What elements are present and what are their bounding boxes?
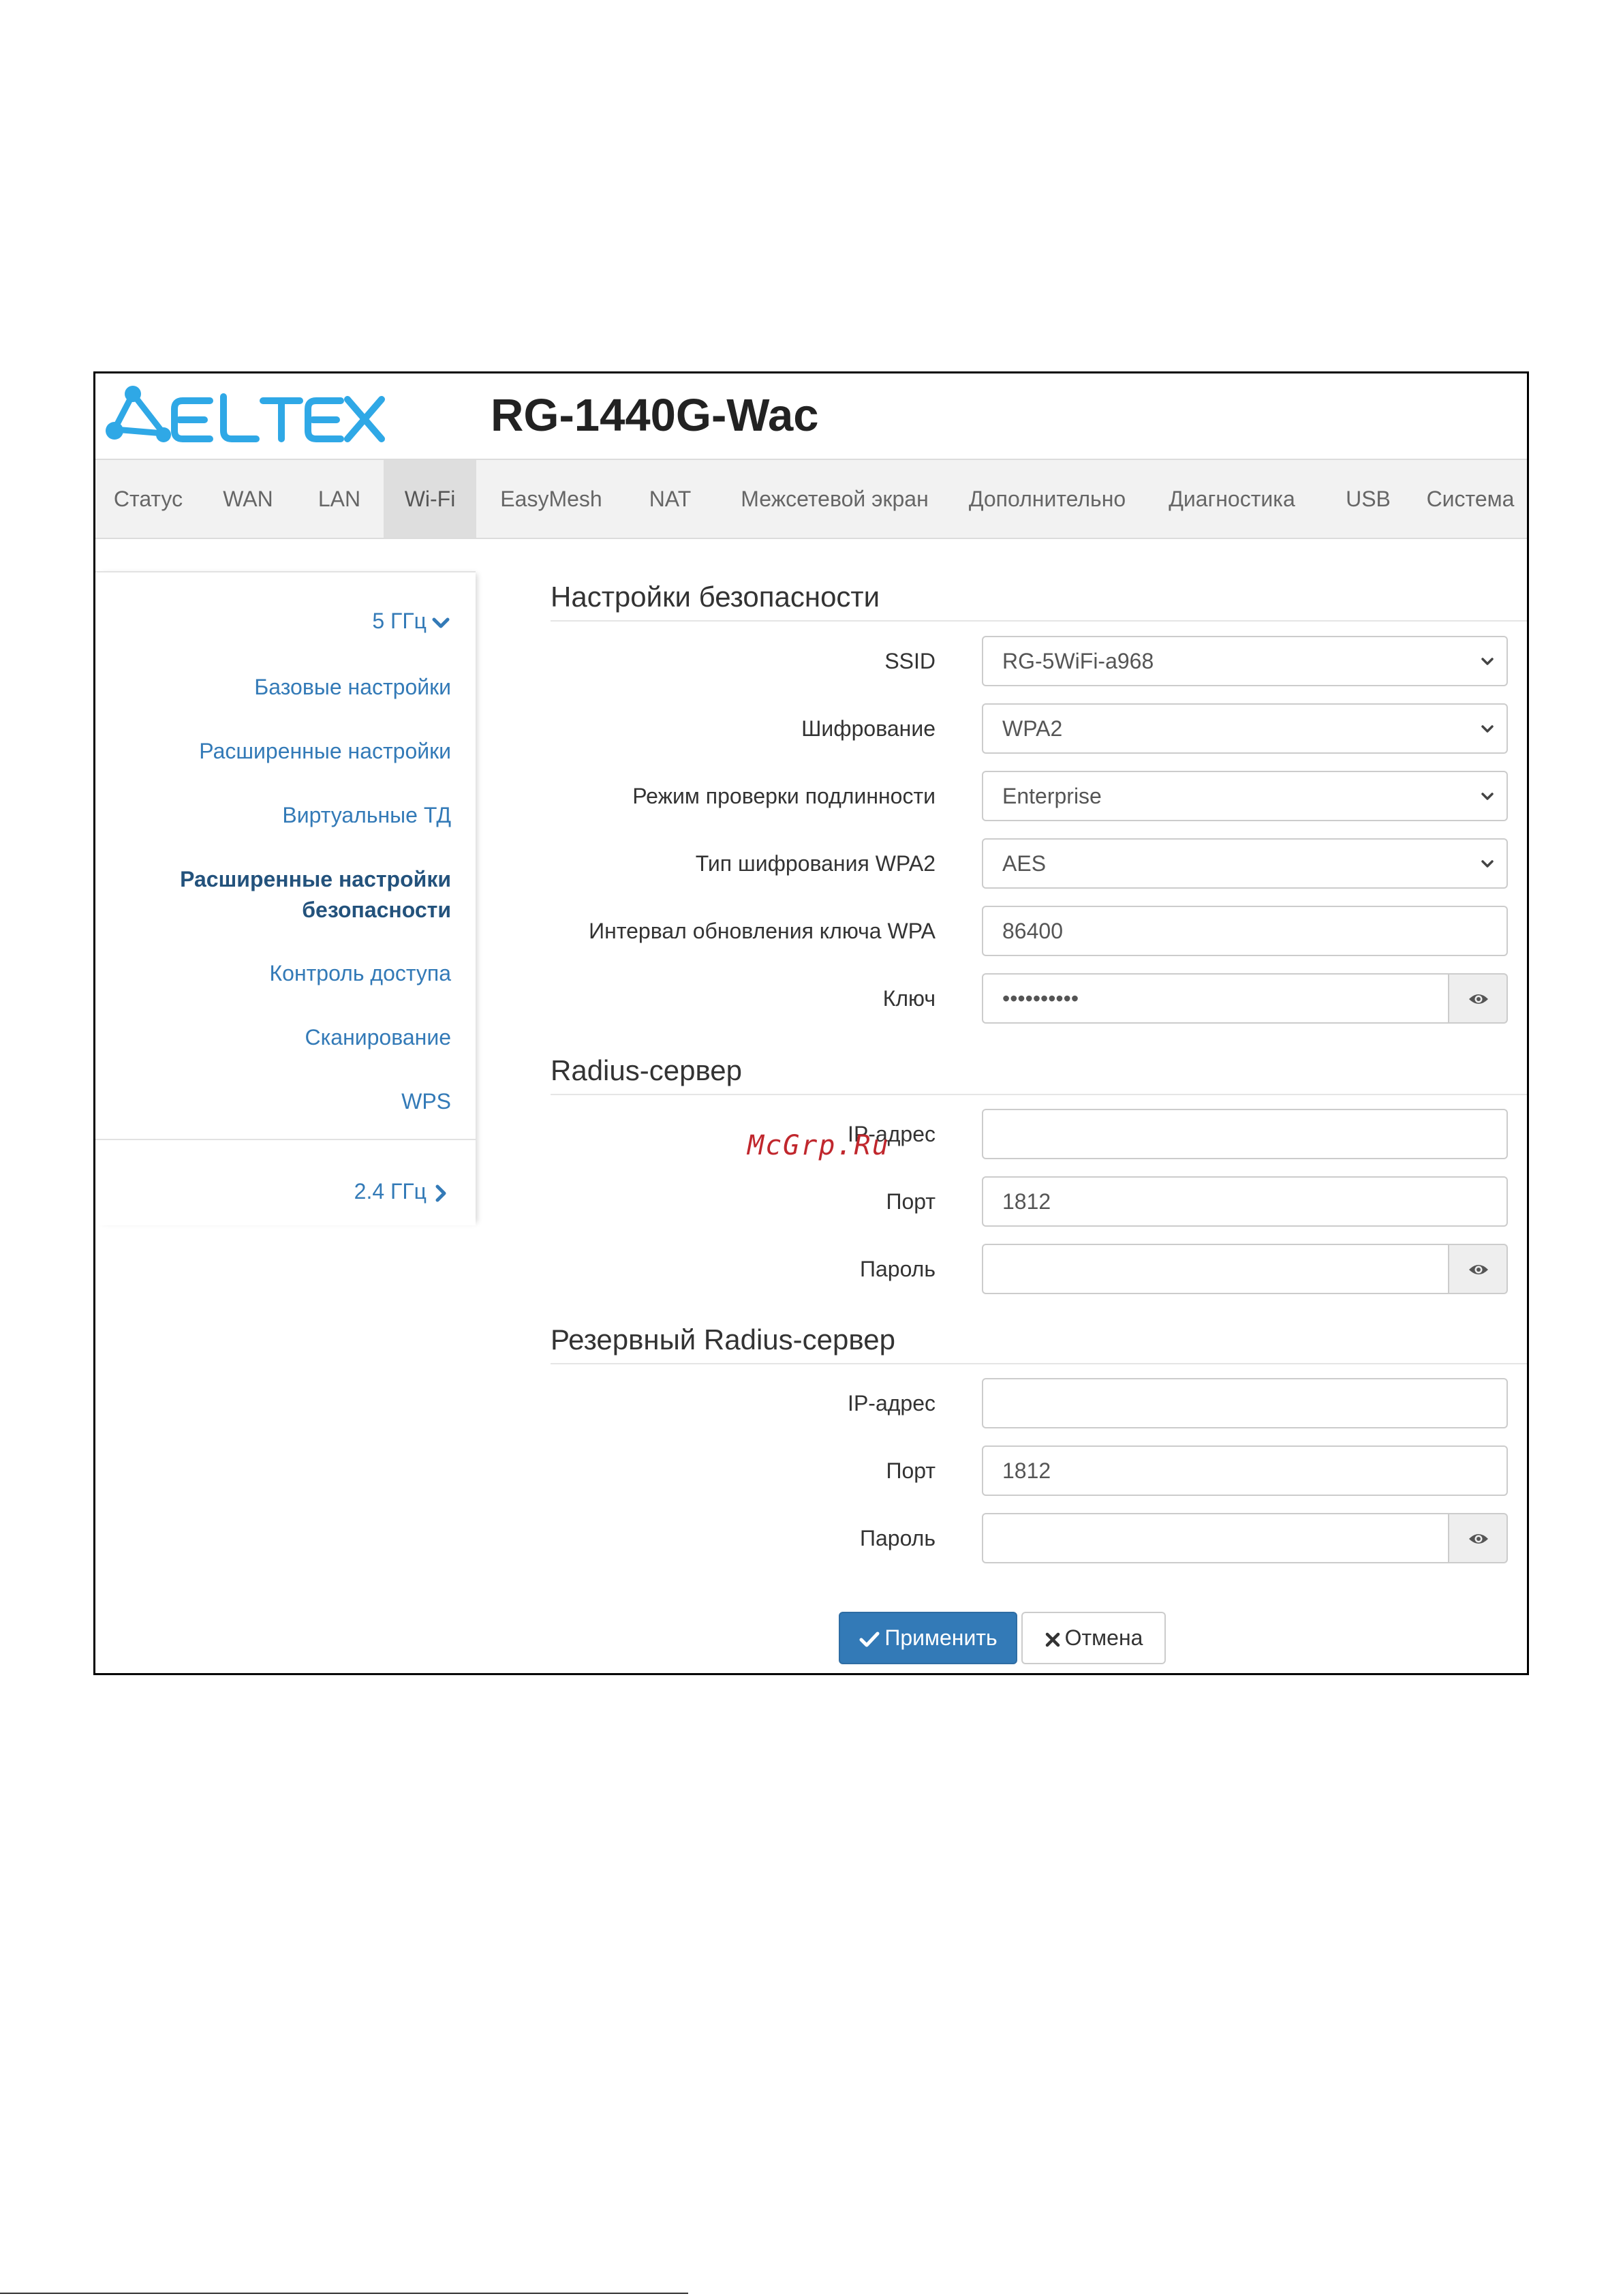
encryption-select[interactable]: WPA2 xyxy=(982,703,1508,754)
nav-additional[interactable]: Дополнительно xyxy=(955,460,1139,538)
chevron-right-icon xyxy=(435,1184,446,1202)
nav-usb[interactable]: USB xyxy=(1325,460,1412,538)
chevron-down-icon xyxy=(432,617,450,628)
close-icon xyxy=(1045,1632,1060,1647)
radius-backup-password-label: Пароль xyxy=(859,1526,936,1550)
radius-backup-password-show-button[interactable] xyxy=(1449,1513,1508,1563)
encryption-value: WPA2 xyxy=(1002,716,1063,741)
watermark: McGrp.Ru xyxy=(747,1130,890,1161)
sidebar-band-5ghz-label: 5 ГГц xyxy=(372,609,427,633)
key-input[interactable]: •••••••••• xyxy=(982,973,1449,1024)
chevron-down-icon xyxy=(1481,725,1494,733)
eye-icon xyxy=(1469,1265,1488,1274)
ssid-value: RG-5WiFi-a968 xyxy=(1002,649,1154,673)
wpa2-cipher-select[interactable]: AES xyxy=(982,838,1508,889)
radius-port-label: Порт xyxy=(886,1189,936,1214)
section-title-radius: Radius-сервер xyxy=(551,1052,1527,1095)
nav-lan[interactable]: LAN xyxy=(295,460,384,538)
nav-firewall[interactable]: Межсетевой экран xyxy=(714,460,955,538)
nav-wifi[interactable]: Wi-Fi xyxy=(384,460,476,538)
nav-diagnostics[interactable]: Диагностика xyxy=(1139,460,1325,538)
radius-password-input[interactable] xyxy=(982,1244,1449,1294)
device-model-title: RG-1440G-Wac xyxy=(491,390,819,441)
main-nav: Статус WAN LAN Wi-Fi EasyMesh NAT Межсет… xyxy=(95,459,1527,539)
chevron-down-icon xyxy=(1481,658,1494,665)
radius-ip-input[interactable] xyxy=(982,1109,1508,1159)
key-interval-input[interactable]: 86400 xyxy=(982,906,1508,956)
encryption-label: Шифрование xyxy=(801,716,936,741)
nav-nat[interactable]: NAT xyxy=(626,460,714,538)
eltex-logo xyxy=(106,386,385,442)
eye-icon xyxy=(1469,1534,1488,1544)
sidebar-band-24ghz[interactable]: 2.4 ГГц xyxy=(354,1176,451,1207)
sidebar-item-wps[interactable]: WPS xyxy=(401,1086,451,1117)
section-title-security: Настройки безопасности xyxy=(551,578,1527,622)
header: RG-1440G-Wac xyxy=(95,373,1527,459)
auth-mode-value: Enterprise xyxy=(1002,784,1102,808)
apply-button[interactable]: Применить xyxy=(839,1612,1017,1664)
sidebar: 5 ГГц Базовые настройки Расширенные наст… xyxy=(95,571,476,1225)
key-show-button[interactable] xyxy=(1449,973,1508,1024)
checkmark-icon xyxy=(859,1632,880,1647)
sidebar-band-24ghz-label: 2.4 ГГц xyxy=(354,1179,427,1204)
wpa2-cipher-value: AES xyxy=(1002,851,1047,876)
nav-status[interactable]: Статус xyxy=(95,460,201,538)
nav-wan[interactable]: WAN xyxy=(201,460,295,538)
chevron-down-icon xyxy=(1481,793,1494,800)
sidebar-item-virtual-ap[interactable]: Виртуальные ТД xyxy=(282,800,451,831)
sidebar-band-5ghz[interactable]: 5 ГГц xyxy=(372,606,451,637)
nav-easymesh[interactable]: EasyMesh xyxy=(476,460,626,538)
radius-backup-ip-input[interactable] xyxy=(982,1378,1508,1428)
sidebar-item-access-control[interactable]: Контроль доступа xyxy=(270,958,452,989)
cancel-button[interactable]: Отмена xyxy=(1021,1612,1166,1664)
sidebar-item-basic[interactable]: Базовые настройки xyxy=(254,672,451,703)
sidebar-item-advanced-security-line2: безопасности xyxy=(302,898,451,922)
router-web-ui: RG-1440G-Wac Статус WAN LAN Wi-Fi EasyMe… xyxy=(93,371,1529,1675)
ssid-select[interactable]: RG-5WiFi-a968 xyxy=(982,636,1508,686)
apply-button-label: Применить xyxy=(884,1625,998,1650)
sidebar-divider xyxy=(95,1139,476,1140)
auth-mode-select[interactable]: Enterprise xyxy=(982,771,1508,821)
sidebar-item-advanced[interactable]: Расширенные настройки xyxy=(199,736,451,767)
page-footer-line xyxy=(0,2293,688,2294)
sidebar-item-scan[interactable]: Сканирование xyxy=(305,1022,451,1053)
eye-icon xyxy=(1469,994,1488,1004)
key-interval-label: Интервал обновления ключа WPA xyxy=(589,919,936,943)
section-title-radius-backup: Резервный Radius-сервер xyxy=(551,1321,1527,1364)
radius-port-input[interactable]: 1812 xyxy=(982,1176,1508,1227)
wpa2-cipher-label: Тип шифрования WPA2 xyxy=(695,851,936,876)
radius-backup-port-label: Порт xyxy=(886,1458,936,1483)
sidebar-divider xyxy=(95,571,476,572)
chevron-down-icon xyxy=(1481,860,1494,868)
sidebar-item-advanced-security-line1: Расширенные настройки xyxy=(180,867,451,891)
ssid-label: SSID xyxy=(884,649,936,673)
radius-backup-port-input[interactable]: 1812 xyxy=(982,1445,1508,1496)
radius-password-label: Пароль xyxy=(859,1257,936,1281)
key-label: Ключ xyxy=(882,986,936,1011)
cancel-button-label: Отмена xyxy=(1064,1625,1143,1650)
sidebar-item-advanced-security[interactable]: Расширенные настройки безопасности xyxy=(180,864,451,925)
auth-mode-label: Режим проверки подлинности xyxy=(632,784,936,808)
nav-system[interactable]: Система xyxy=(1412,460,1527,538)
radius-backup-ip-label: IP-адрес xyxy=(848,1391,936,1415)
radius-password-show-button[interactable] xyxy=(1449,1244,1508,1294)
radius-backup-password-input[interactable] xyxy=(982,1513,1449,1563)
